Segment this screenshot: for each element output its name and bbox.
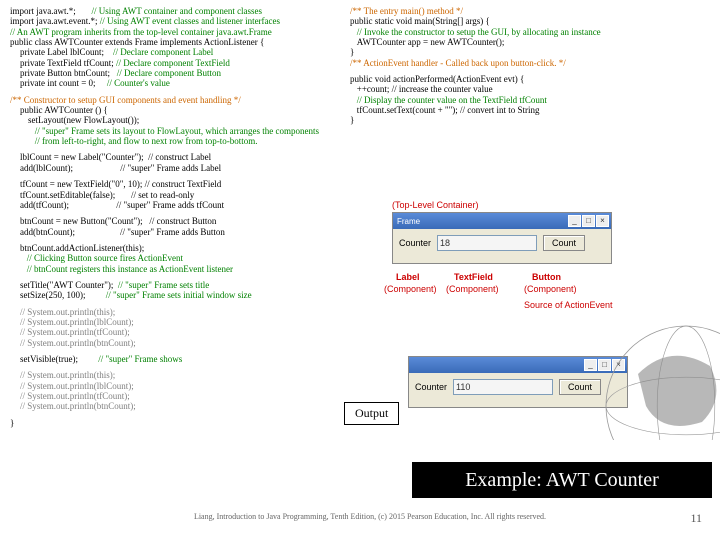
code: setVisible(true); <box>20 354 98 364</box>
comment: // An AWT program inherits from the top-… <box>10 27 340 37</box>
comment: // "super" Frame shows <box>98 354 182 364</box>
code: public class AWTCounter extends Frame im… <box>10 37 340 47</box>
comment: // Display the counter value on the Text… <box>350 95 710 105</box>
javadoc: /** ActionEvent handler - Called back up… <box>350 58 710 68</box>
code: } <box>350 47 710 57</box>
minimize-icon[interactable]: _ <box>568 215 581 227</box>
annotation: (Component) <box>384 284 437 294</box>
annotation: Button <box>532 272 561 282</box>
count-button[interactable]: Count <box>543 235 585 251</box>
page-number: 11 <box>690 511 702 526</box>
comment-disabled: // System.out.println(tfCount); <box>10 327 340 337</box>
code: add(lblCount); // "super" Frame adds Lab… <box>10 163 340 173</box>
annotation: TextField <box>454 272 493 282</box>
code: setSize(250, 100); <box>20 290 106 300</box>
code: import java.awt.event.*; <box>10 16 100 26</box>
annotation: (Component) <box>446 284 499 294</box>
comment: // "super" Frame sets initial window siz… <box>106 290 252 300</box>
annotation: Label <box>396 272 420 282</box>
comment-disabled: // System.out.println(lblCount); <box>10 317 340 327</box>
globe-graphic <box>590 310 720 440</box>
code: tfCount = new TextField("0", 10); // con… <box>10 179 340 189</box>
code: private TextField tfCount; <box>20 58 116 68</box>
code: private int count = 0; <box>20 78 107 88</box>
comment-disabled: // System.out.println(this); <box>10 307 340 317</box>
comment: // Invoke the constructor to setup the G… <box>350 27 710 37</box>
counter-label: Counter <box>399 238 431 248</box>
comment: // Declare component TextField <box>116 58 230 68</box>
code: setTitle("AWT Counter"); <box>20 280 118 290</box>
comment-disabled: // System.out.println(btnCount); <box>10 401 340 411</box>
code: btnCount.addActionListener(this); <box>10 243 340 253</box>
code: private Label lblCount; <box>20 47 113 57</box>
demo-window-annotated: Frame _ □ × Counter Count <box>392 212 612 264</box>
code: btnCount = new Button("Count"); // const… <box>10 216 340 226</box>
window-title: Frame <box>397 217 420 226</box>
example-banner: Example: AWT Counter <box>412 462 712 498</box>
annotation: (Component) <box>524 284 577 294</box>
counter-field[interactable] <box>437 235 537 251</box>
left-code-column: import java.awt.*; // Using AWT containe… <box>10 6 340 428</box>
comment: // "super" Frame sets title <box>118 280 209 290</box>
code: public void actionPerformed(ActionEvent … <box>350 74 710 84</box>
code: AWTCounter app = new AWTCounter(); <box>350 37 710 47</box>
annotation: (Top-Level Container) <box>392 200 479 210</box>
comment: // Counter's value <box>107 78 170 88</box>
comment: // Using AWT event classes and listener … <box>100 16 280 26</box>
code: setLayout(new FlowLayout()); <box>10 115 340 125</box>
right-code-column: /** The entry main() method */ public st… <box>350 6 710 126</box>
code: } <box>350 115 710 125</box>
annotation: Source of ActionEvent <box>524 300 613 310</box>
comment-disabled: // System.out.println(this); <box>10 370 340 380</box>
comment: // btnCount registers this instance as A… <box>10 264 340 274</box>
comment-disabled: // System.out.println(tfCount); <box>10 391 340 401</box>
code: public AWTCounter () { <box>10 105 340 115</box>
code: private Button btnCount; <box>20 68 117 78</box>
close-icon[interactable]: × <box>596 215 609 227</box>
comment-disabled: // System.out.println(btnCount); <box>10 338 340 348</box>
comment: // "super" Frame sets its layout to Flow… <box>10 126 340 136</box>
comment-disabled: // System.out.println(lblCount); <box>10 381 340 391</box>
counter-label: Counter <box>415 382 447 392</box>
code: tfCount.setEditable(false); // set to re… <box>10 190 340 200</box>
code: add(tfCount); // "super" Frame adds tfCo… <box>10 200 340 210</box>
code: } <box>10 418 340 428</box>
code: lblCount = new Label("Counter"); // cons… <box>10 152 340 162</box>
code: public static void main(String[] args) { <box>350 16 710 26</box>
code: add(btnCount); // "super" Frame adds But… <box>10 227 340 237</box>
comment: // Clicking Button source fires ActionEv… <box>10 253 340 263</box>
javadoc: /** The entry main() method */ <box>350 6 710 16</box>
code: tfCount.setText(count + ""); // convert … <box>350 105 710 115</box>
javadoc: /** Constructor to setup GUI components … <box>10 95 340 105</box>
comment: // Using AWT container and component cla… <box>91 6 262 16</box>
maximize-icon[interactable]: □ <box>582 215 595 227</box>
footer-text: Liang, Introduction to Java Programming,… <box>170 512 570 521</box>
comment: // Declare component Button <box>117 68 221 78</box>
output-label: Output <box>344 402 399 425</box>
code: ++count; // increase the counter value <box>350 84 710 94</box>
title-bar[interactable]: Frame _ □ × <box>393 213 611 229</box>
code: import java.awt.*; <box>10 6 91 16</box>
counter-field[interactable] <box>453 379 553 395</box>
comment: // Declare component Label <box>113 47 213 57</box>
comment: // from left-to-right, and flow to next … <box>10 136 340 146</box>
